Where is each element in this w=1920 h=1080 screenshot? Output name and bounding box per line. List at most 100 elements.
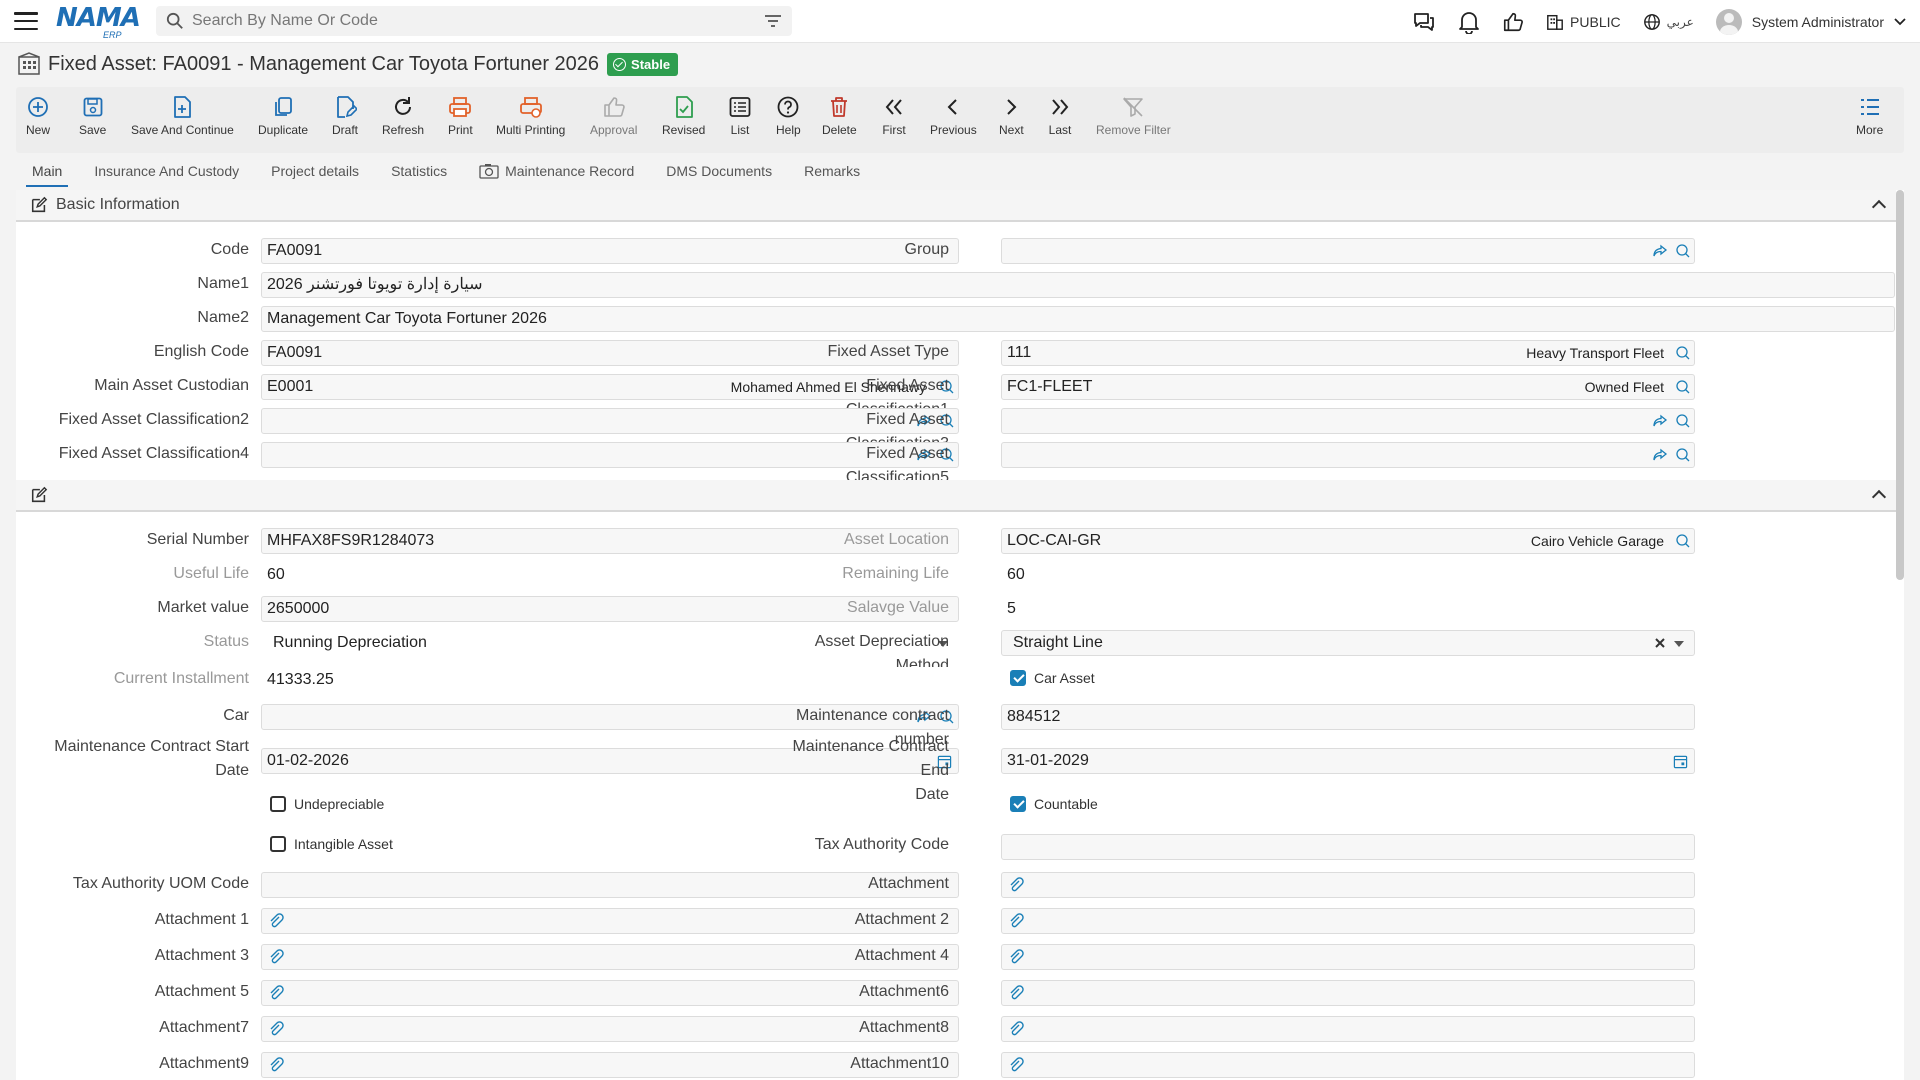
scrollbar[interactable]: [1896, 190, 1904, 580]
clear-icon[interactable]: [1654, 637, 1666, 649]
paperclip-icon[interactable]: [1008, 877, 1024, 893]
remaining-life-label: Remaining Life: [842, 565, 949, 582]
asset-location-input[interactable]: LOC-CAI-GR Cairo Vehicle Garage: [1001, 528, 1695, 554]
thumbs-up-icon[interactable]: [1502, 11, 1524, 33]
next-button[interactable]: Next: [999, 95, 1024, 137]
company-selector[interactable]: PUBLIC: [1546, 13, 1621, 31]
paperclip-icon[interactable]: [1008, 1057, 1024, 1073]
more-button[interactable]: More: [1856, 95, 1883, 137]
paperclip-icon[interactable]: [1008, 985, 1024, 1001]
list-button[interactable]: List: [728, 95, 752, 137]
tab-maintenance-record[interactable]: Maintenance Record: [463, 159, 650, 187]
classification3-input[interactable]: [1001, 408, 1695, 434]
chevron-up-icon[interactable]: [1871, 489, 1887, 505]
remove-filter-button[interactable]: Remove Filter: [1096, 95, 1171, 137]
classification5-input[interactable]: [1001, 442, 1695, 468]
intangible-asset-checkbox[interactable]: Intangible Asset: [270, 836, 393, 852]
attachment4-input[interactable]: [1001, 944, 1695, 970]
new-button[interactable]: New: [26, 95, 50, 137]
bell-icon[interactable]: [1458, 10, 1480, 34]
delete-button[interactable]: Delete: [822, 95, 857, 137]
share-arrow-icon[interactable]: [1652, 447, 1668, 463]
car-asset-label: Car Asset: [1034, 670, 1095, 686]
paperclip-icon[interactable]: [1008, 1021, 1024, 1037]
chat-icon[interactable]: [1412, 10, 1436, 34]
name1-input[interactable]: سيارة إدارة تويوتا فورتشنر 2026: [261, 272, 1895, 298]
user-name: System Administrator: [1751, 13, 1884, 30]
attachment-input[interactable]: [1001, 872, 1695, 898]
tab-insurance-and-custody[interactable]: Insurance And Custody: [78, 159, 255, 187]
car-asset-checkbox[interactable]: Car Asset: [1010, 670, 1095, 686]
previous-label: Previous: [930, 123, 977, 137]
new-label: New: [26, 123, 51, 137]
paperclip-icon[interactable]: [1008, 913, 1024, 929]
attachment6-label: Attachment6: [859, 983, 949, 1000]
filter-icon[interactable]: [764, 14, 782, 28]
details-section-header[interactable]: [16, 480, 1896, 512]
basic-information-header[interactable]: Basic Information: [16, 190, 1896, 222]
global-search[interactable]: Search By Name Or Code: [156, 6, 792, 36]
car-label: Car: [223, 707, 249, 724]
paperclip-icon[interactable]: [268, 1057, 284, 1073]
attachment9-label: Attachment9: [159, 1055, 249, 1072]
approval-button[interactable]: Approval: [590, 95, 637, 137]
maintenance-contract-number-input[interactable]: 884512: [1001, 704, 1695, 730]
tax-authority-code-input[interactable]: [1001, 834, 1695, 860]
search-input[interactable]: Search By Name Or Code: [192, 12, 764, 30]
tab-remarks[interactable]: Remarks: [788, 159, 876, 187]
lookup-search-icon[interactable]: [1674, 447, 1690, 463]
paperclip-icon[interactable]: [268, 1021, 284, 1037]
lookup-search-icon[interactable]: [1674, 345, 1690, 361]
attachment6-input[interactable]: [1001, 980, 1695, 1006]
current-installment-value: 41333.25: [261, 667, 959, 693]
help-button[interactable]: Help: [776, 95, 801, 137]
attachment10-input[interactable]: [1001, 1052, 1695, 1078]
lookup-search-icon[interactable]: [1674, 379, 1690, 395]
countable-checkbox[interactable]: Countable: [1010, 796, 1098, 812]
lookup-search-icon[interactable]: [1674, 413, 1690, 429]
revised-button[interactable]: Revised: [662, 95, 705, 137]
previous-button[interactable]: Previous: [930, 95, 977, 137]
print-label: Print: [448, 123, 473, 137]
depreciation-method-select[interactable]: Straight Line: [1001, 630, 1695, 656]
save-and-continue-button[interactable]: Save And Continue: [131, 95, 234, 137]
user-menu[interactable]: System Administrator: [1715, 8, 1906, 35]
draft-button[interactable]: Draft: [332, 95, 358, 137]
fixed-asset-type-input[interactable]: 111 Heavy Transport Fleet: [1001, 340, 1695, 366]
attachment8-input[interactable]: [1001, 1016, 1695, 1042]
tab-dms-documents[interactable]: DMS Documents: [650, 159, 788, 187]
multi-printing-button[interactable]: Multi Printing: [496, 95, 565, 137]
share-arrow-icon[interactable]: [1652, 243, 1668, 259]
attachment1-label: Attachment 1: [154, 911, 249, 928]
last-button[interactable]: Last: [1048, 95, 1072, 137]
paperclip-icon[interactable]: [268, 913, 284, 929]
name2-input[interactable]: Management Car Toyota Fortuner 2026: [261, 306, 1895, 332]
refresh-button[interactable]: Refresh: [382, 95, 424, 137]
paperclip-icon[interactable]: [268, 949, 284, 965]
paperclip-icon[interactable]: [268, 985, 284, 1001]
group-input[interactable]: [1001, 238, 1695, 264]
section-title: Basic Information: [56, 196, 180, 213]
app-logo[interactable]: NAMA ERP: [56, 3, 141, 40]
duplicate-button[interactable]: Duplicate: [258, 95, 308, 137]
undepreciable-checkbox[interactable]: Undepreciable: [270, 796, 384, 812]
save-button[interactable]: Save: [79, 95, 106, 137]
tab-project-details[interactable]: Project details: [255, 159, 375, 187]
form-tabs: Main Insurance And Custody Project detai…: [16, 158, 876, 188]
classification1-input[interactable]: FC1-FLEET Owned Fleet: [1001, 374, 1695, 400]
tab-main[interactable]: Main: [16, 159, 78, 187]
first-button[interactable]: First: [882, 95, 906, 137]
revised-label: Revised: [662, 123, 706, 137]
menu-icon[interactable]: [14, 12, 38, 30]
lookup-search-icon[interactable]: [1674, 533, 1690, 549]
share-arrow-icon[interactable]: [1652, 413, 1668, 429]
attachment2-input[interactable]: [1001, 908, 1695, 934]
language-selector[interactable]: عربي: [1643, 13, 1694, 31]
paperclip-icon[interactable]: [1008, 949, 1024, 965]
calendar-icon[interactable]: [1673, 754, 1688, 769]
lookup-search-icon[interactable]: [1674, 243, 1690, 259]
print-button[interactable]: Print: [448, 95, 473, 137]
mc-end-date-input[interactable]: 31-01-2029: [1001, 748, 1695, 774]
tab-statistics[interactable]: Statistics: [375, 159, 463, 187]
chevron-up-icon[interactable]: [1871, 199, 1887, 215]
